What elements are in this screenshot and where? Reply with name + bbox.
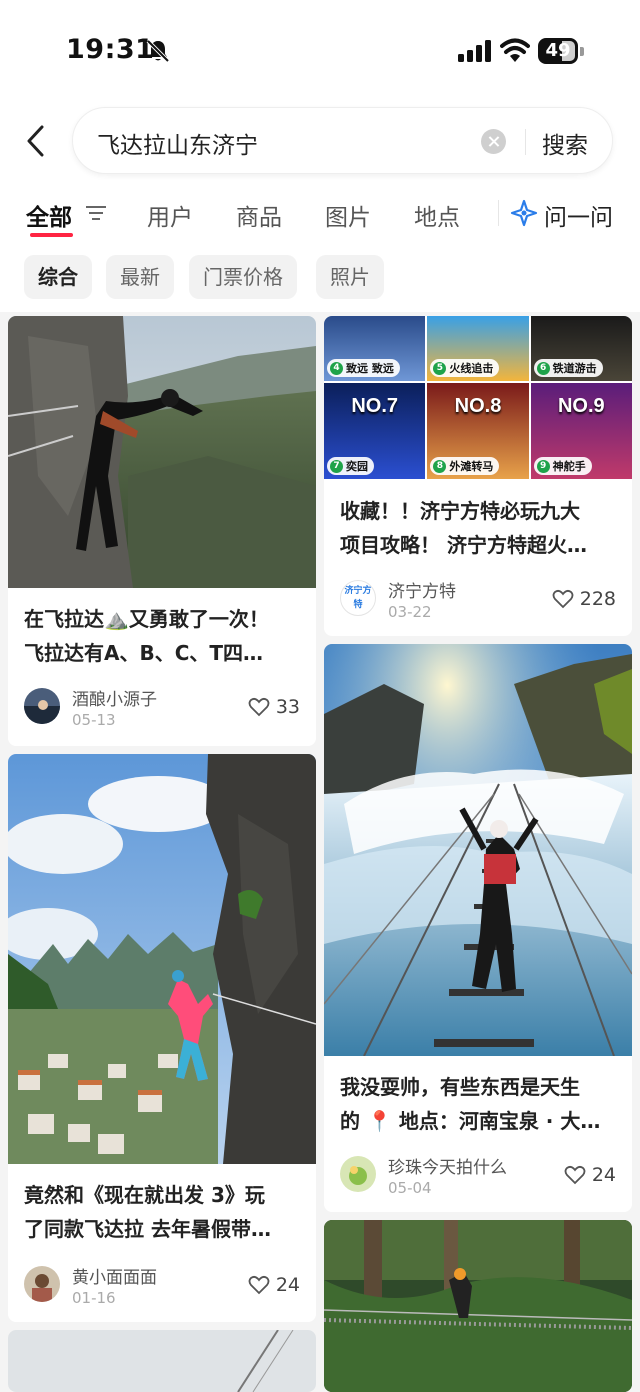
chip-photos[interactable]: 照片 (316, 255, 384, 299)
heart-icon (248, 1275, 270, 1295)
post-date: 05-13 (72, 711, 116, 729)
note-card[interactable]: 在飞拉达⛰️又勇敢了一次！ 飞拉达有A、B、C、T四… 酒酿小源子 05-13 … (8, 316, 316, 746)
battery-level: 49 (545, 40, 571, 61)
divider (498, 200, 499, 226)
heart-icon (248, 697, 270, 717)
note-card[interactable] (324, 1220, 632, 1392)
tile: 5 火线追击 (427, 316, 529, 381)
title-line: 收藏！！济宁方特必玩九大 (340, 499, 580, 523)
tab-places[interactable]: 地点 (414, 198, 460, 232)
post-image (8, 316, 316, 588)
note-card[interactable]: 4 致远 致远 5 火线追击 6 铁道游击 NO.7 7 奕园 NO.8 8 外滩转马 N… (324, 316, 632, 636)
like-button[interactable]: 33 (248, 696, 300, 718)
note-card[interactable]: 竟然和《现在就出发 3》玩 了同款飞达拉 去年暑假带… 黄小面面面 01-16 … (8, 754, 316, 1322)
post-date: 03-22 (388, 603, 432, 621)
avatar[interactable]: 济宁方特 (340, 580, 376, 616)
filter-icon[interactable] (86, 205, 106, 221)
avatar[interactable] (24, 1266, 60, 1302)
chip-ticket-price[interactable]: 门票价格 (189, 255, 297, 299)
post-image (324, 1220, 632, 1392)
search-box[interactable]: 飞达拉山东济宁 搜索 (72, 107, 613, 174)
like-button[interactable]: 24 (248, 1274, 300, 1296)
tile-caption: 外滩转马 (449, 460, 494, 473)
title-line: 竟然和《现在就出发 3》玩 (24, 1183, 265, 1207)
like-count: 24 (591, 1164, 616, 1186)
tile-caption: 致远 致远 (346, 362, 394, 375)
post-date: 05-04 (388, 1179, 432, 1197)
note-card[interactable] (8, 1330, 316, 1392)
tab-products[interactable]: 商品 (236, 198, 282, 232)
like-count: 228 (579, 588, 616, 610)
title-line: 项目攻略！ 济宁方特超火… (340, 533, 587, 557)
back-arrow-icon[interactable] (22, 124, 52, 158)
tile-number: 7 (330, 459, 343, 473)
author-name[interactable]: 酒酿小源子 (72, 685, 157, 710)
tile: 6 铁道游击 (530, 316, 632, 381)
like-count: 33 (275, 696, 300, 718)
post-image: 4 致远 致远 5 火线追击 6 铁道游击 NO.7 7 奕园 NO.8 8 外滩转马 N… (324, 316, 632, 479)
tile-number: 9 (536, 459, 550, 473)
ask-button[interactable]: 问一问 (544, 198, 613, 232)
post-image (8, 1330, 316, 1392)
status-bar: 19:31 49 (0, 0, 640, 100)
title-line: 我没耍帅，有些东西是天生 (340, 1075, 580, 1099)
avatar[interactable] (24, 688, 60, 724)
tile-number: 4 (330, 361, 343, 375)
status-time: 19:31 (66, 34, 155, 65)
tile-number: 8 (433, 459, 447, 473)
author-name[interactable]: 黄小面面面 (72, 1263, 157, 1288)
tab-images[interactable]: 图片 (325, 198, 371, 232)
wifi-icon (500, 38, 530, 62)
tile-caption: 神舵手 (552, 460, 586, 473)
tile-caption: 火线追击 (449, 362, 494, 375)
post-title: 竟然和《现在就出发 3》玩 了同款飞达拉 去年暑假带… (24, 1178, 299, 1246)
author-name[interactable]: 珍珠今天拍什么 (388, 1153, 507, 1178)
title-line: 在飞拉达⛰️又勇敢了一次！ (24, 607, 269, 631)
like-button[interactable]: 228 (552, 588, 616, 610)
note-card[interactable]: 我没耍帅，有些东西是天生 的 📍 地点：河南宝泉 · 大… 珍珠今天拍什么 05… (324, 644, 632, 1212)
post-date: 01-16 (72, 1289, 116, 1307)
tile: NO.8 8 外滩转马 (427, 383, 529, 479)
tile-caption: 铁道游击 (552, 362, 597, 375)
post-title: 我没耍帅，有些东西是天生 的 📍 地点：河南宝泉 · 大… (340, 1070, 615, 1138)
chip-comprehensive[interactable]: 综合 (24, 255, 92, 299)
tile-number: 6 (536, 361, 550, 375)
post-title: 收藏！！济宁方特必玩九大 项目攻略！ 济宁方特超火… (340, 494, 615, 562)
tile-rank: NO.8 (454, 395, 502, 417)
like-button[interactable]: 24 (564, 1164, 616, 1186)
tile-rank: NO.7 (351, 395, 398, 417)
search-input[interactable]: 飞达拉山东济宁 (97, 126, 258, 160)
tile-rank: NO.9 (557, 395, 605, 417)
search-button[interactable]: 搜索 (542, 126, 588, 160)
divider (525, 129, 526, 155)
post-title: 在飞拉达⛰️又勇敢了一次！ 飞拉达有A、B、C、T四… (24, 602, 299, 670)
battery-icon: 49 (538, 38, 584, 64)
clear-icon[interactable] (481, 129, 506, 154)
signal-icon (458, 40, 491, 62)
avatar[interactable] (340, 1156, 376, 1192)
tab-users[interactable]: 用户 (147, 198, 193, 232)
tab-all[interactable]: 全部 (26, 198, 72, 232)
post-image (8, 754, 316, 1164)
chip-latest[interactable]: 最新 (106, 255, 174, 299)
tile: NO.9 9 神舵手 (530, 383, 632, 479)
title-line: 了同款飞达拉 去年暑假带… (24, 1217, 271, 1241)
post-image (324, 644, 632, 1056)
tile-number: 5 (433, 361, 447, 375)
sparkle-icon[interactable] (510, 199, 538, 227)
title-line: 飞拉达有A、B、C、T四… (24, 641, 264, 665)
bell-slash-icon (146, 39, 170, 63)
heart-icon (552, 589, 574, 609)
top-panel: 19:31 49 飞达拉山东济宁 搜索 全部 用户 商品 图片 地点 问一问 综… (0, 0, 640, 312)
tile: 4 致远 致远 (324, 316, 426, 381)
tile: NO.7 7 奕园 (324, 383, 426, 479)
title-line: 的 📍 地点：河南宝泉 · 大… (340, 1109, 601, 1133)
heart-icon (564, 1165, 586, 1185)
like-count: 24 (275, 1274, 300, 1296)
author-name[interactable]: 济宁方特 (388, 577, 456, 602)
tile-caption: 奕园 (346, 460, 368, 473)
active-tab-indicator (30, 233, 73, 237)
